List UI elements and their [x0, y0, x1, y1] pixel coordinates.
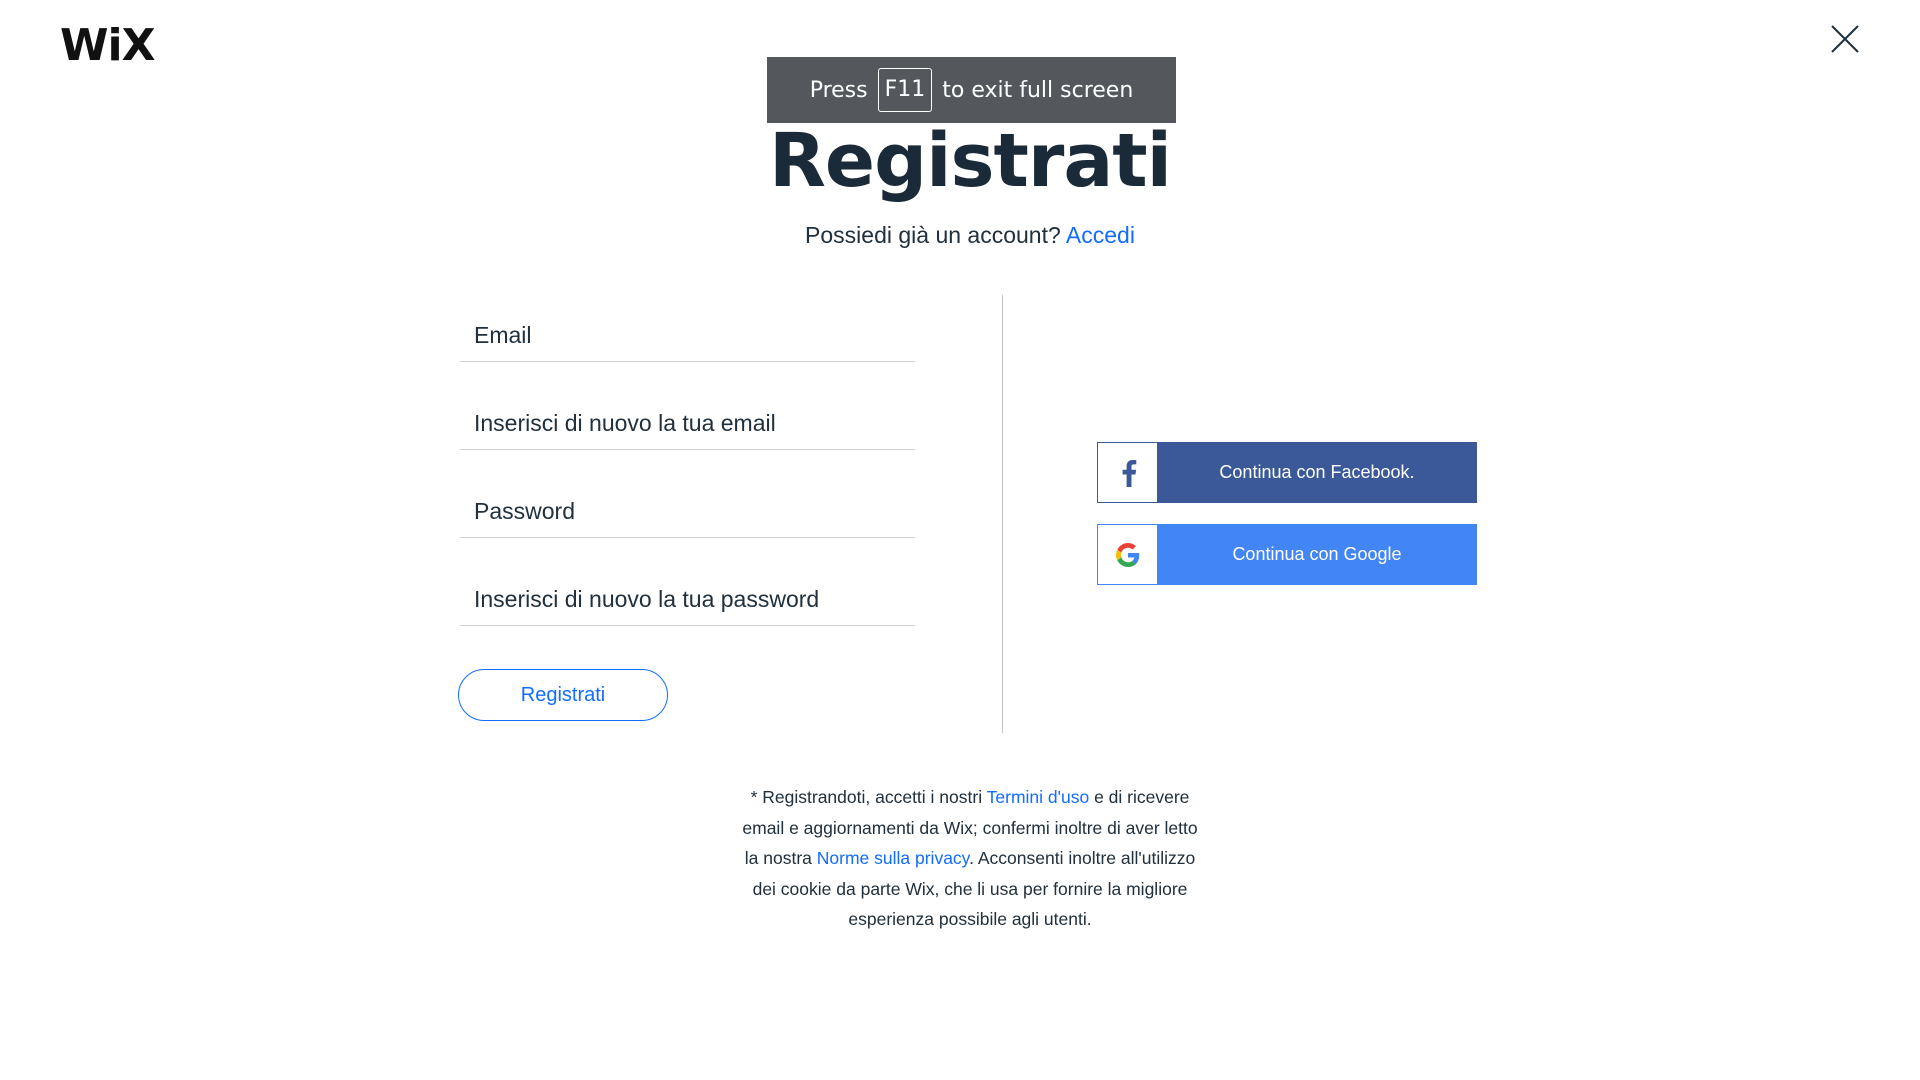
google-icon: [1115, 542, 1139, 567]
close-button[interactable]: [1828, 22, 1862, 56]
password-confirm-field-wrapper: [460, 538, 915, 626]
email-confirm-input[interactable]: [460, 405, 915, 441]
google-login-label: Continua con Google: [1158, 525, 1476, 584]
password-confirm-input[interactable]: [460, 581, 915, 617]
toast-key: F11: [877, 68, 933, 112]
column-divider: [1002, 295, 1003, 733]
password-field-wrapper: [460, 450, 915, 538]
legal-text-1: * Registrandoti, accetti i nostri: [750, 787, 987, 807]
email-input[interactable]: [460, 317, 915, 353]
facebook-login-button[interactable]: Continua con Facebook.: [1097, 442, 1477, 503]
fullscreen-toast: Press F11 to exit full screen: [767, 57, 1176, 123]
privacy-link[interactable]: Norme sulla privacy: [817, 848, 969, 868]
wix-logo[interactable]: WiX: [60, 20, 156, 71]
email-confirm-field-wrapper: [460, 362, 915, 450]
google-icon-box: [1098, 525, 1158, 584]
facebook-icon-box: [1098, 443, 1158, 502]
facebook-icon: [1122, 459, 1136, 487]
signup-submit-button[interactable]: Registrati: [458, 669, 668, 721]
legal-notice: * Registrandoti, accetti i nostri Termin…: [740, 782, 1200, 935]
close-icon: [1831, 25, 1859, 53]
login-prompt: Possiedi già un account? Accedi: [0, 222, 1920, 249]
login-link[interactable]: Accedi: [1066, 222, 1135, 248]
signup-page: WiX Registrati Possiedi già un account? …: [0, 0, 1920, 1080]
toast-prefix: Press: [809, 77, 868, 103]
toast-suffix: to exit full screen: [942, 77, 1134, 103]
facebook-login-label: Continua con Facebook.: [1158, 443, 1476, 502]
terms-link[interactable]: Termini d'uso: [987, 787, 1090, 807]
login-prompt-text: Possiedi già un account?: [805, 222, 1061, 248]
page-title: Registrati: [768, 118, 1172, 204]
password-input[interactable]: [460, 493, 915, 529]
google-login-button[interactable]: Continua con Google: [1097, 524, 1477, 585]
signup-form: [460, 300, 915, 626]
email-field-wrapper: [460, 300, 915, 362]
